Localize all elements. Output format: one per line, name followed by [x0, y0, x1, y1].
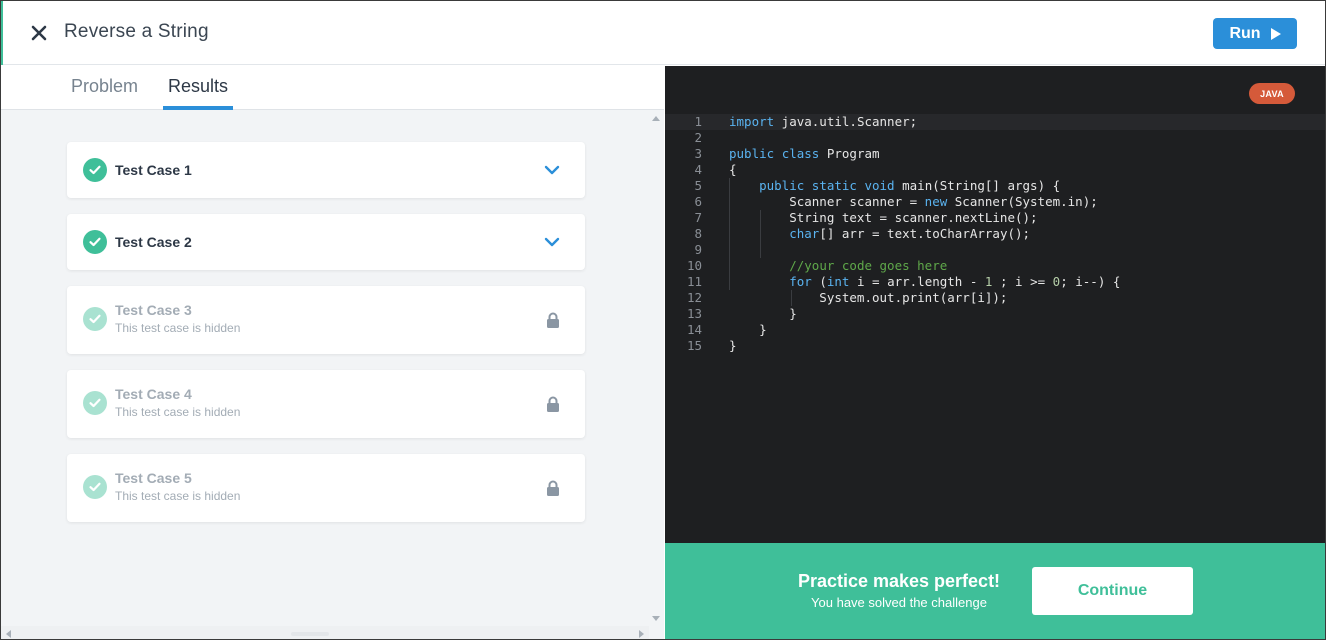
test-case-label: Test Case 1: [115, 162, 192, 178]
results-scroll-area: Test Case 1 Test Case 2 Test Case 3 This…: [1, 111, 664, 639]
lock-icon: [547, 312, 559, 328]
hidden-note: This test case is hidden: [115, 489, 241, 503]
continue-button[interactable]: Continue: [1032, 567, 1193, 615]
indent-guide: [729, 178, 730, 290]
left-panel: Problem Results Test Case 1 Test Case 2: [1, 66, 664, 639]
line-number: 12: [686, 290, 702, 305]
line-number: 2: [694, 130, 702, 145]
hidden-note: This test case is hidden: [115, 405, 241, 419]
code-editor[interactable]: JAVA 1 import java.util.Scanner; 2 3 public …: [665, 66, 1325, 543]
code-line[interactable]: 5 public static void main(String[] args)…: [665, 178, 1325, 194]
chevron-down-icon[interactable]: [544, 165, 560, 175]
check-circle-icon: [83, 230, 107, 254]
check-circle-icon: [83, 158, 107, 182]
code-text[interactable]: Scanner scanner = new Scanner(System.in)…: [729, 194, 1098, 210]
app-window: Reverse a String Run Problem Results Tes…: [0, 0, 1326, 640]
code-text[interactable]: public static void main(String[] args) {: [729, 178, 1060, 194]
run-button[interactable]: Run: [1213, 18, 1297, 49]
line-number: 5: [694, 178, 702, 193]
code-text[interactable]: }: [729, 338, 737, 354]
test-case-label: Test Case 3: [115, 302, 192, 318]
code-text[interactable]: }: [729, 306, 797, 322]
code-line[interactable]: 6 Scanner scanner = new Scanner(System.i…: [665, 194, 1325, 210]
tab-bar: Problem Results: [1, 66, 664, 110]
test-case-label: Test Case 2: [115, 234, 192, 250]
horizontal-scrollbar[interactable]: [1, 626, 649, 639]
line-number: 10: [686, 258, 702, 273]
line-number: 1: [694, 114, 702, 129]
close-icon[interactable]: [27, 21, 51, 45]
test-case-3[interactable]: Test Case 3 This test case is hidden: [67, 286, 585, 354]
code-text[interactable]: String text = scanner.nextLine();: [729, 210, 1037, 226]
line-number: 15: [686, 338, 702, 353]
code-line[interactable]: 10 //your code goes here: [665, 258, 1325, 274]
code-line[interactable]: 11 for (int i = arr.length - 1 ; i >= 0;…: [665, 274, 1325, 290]
tab-results[interactable]: Results: [163, 76, 233, 110]
scrollbar-thumb[interactable]: [291, 632, 329, 636]
line-number: 13: [686, 306, 702, 321]
indent-guide: [791, 290, 792, 306]
test-case-5[interactable]: Test Case 5 This test case is hidden: [67, 454, 585, 522]
test-case-1[interactable]: Test Case 1: [67, 142, 585, 198]
hidden-note: This test case is hidden: [115, 321, 241, 335]
lock-icon: [547, 396, 559, 412]
code-line[interactable]: 3 public class Program: [665, 146, 1325, 162]
chevron-down-icon[interactable]: [544, 237, 560, 247]
code-text[interactable]: char[] arr = text.toCharArray();: [729, 226, 1030, 242]
indent-guide: [760, 210, 761, 258]
check-circle-icon: [83, 475, 107, 499]
code-text[interactable]: import java.util.Scanner;: [729, 114, 917, 130]
code-area[interactable]: 1 import java.util.Scanner; 2 3 public class…: [665, 114, 1325, 354]
code-line[interactable]: 2: [665, 130, 1325, 146]
code-line[interactable]: 14 }: [665, 322, 1325, 338]
tab-problem[interactable]: Problem: [71, 76, 138, 110]
vertical-scrollbar[interactable]: [649, 111, 664, 626]
line-number: 6: [694, 194, 702, 209]
header-accent-strip: [1, 1, 3, 65]
line-number: 14: [686, 322, 702, 337]
test-case-4[interactable]: Test Case 4 This test case is hidden: [67, 370, 585, 438]
success-banner: Practice makes perfect! You have solved …: [665, 543, 1325, 639]
check-circle-icon: [83, 307, 107, 331]
lock-icon: [547, 480, 559, 496]
line-number: 3: [694, 146, 702, 161]
code-text[interactable]: public class Program: [729, 146, 880, 162]
test-case-label: Test Case 5: [115, 470, 192, 486]
check-circle-icon: [83, 391, 107, 415]
code-line[interactable]: 1 import java.util.Scanner;: [665, 114, 1325, 130]
code-text[interactable]: {: [729, 162, 737, 178]
code-line[interactable]: 13 }: [665, 306, 1325, 322]
code-line[interactable]: 15}: [665, 338, 1325, 354]
line-number: 4: [694, 162, 702, 177]
code-line[interactable]: 9: [665, 242, 1325, 258]
code-text[interactable]: for (int i = arr.length - 1 ; i >= 0; i-…: [729, 274, 1120, 290]
scroll-down-icon[interactable]: [652, 616, 660, 621]
code-text[interactable]: System.out.print(arr[i]);: [729, 290, 1007, 306]
scroll-up-icon[interactable]: [652, 116, 660, 121]
code-text[interactable]: }: [729, 322, 767, 338]
line-number: 9: [694, 242, 702, 257]
test-case-label: Test Case 4: [115, 386, 192, 402]
code-line[interactable]: 12 System.out.print(arr[i]);: [665, 290, 1325, 306]
test-case-2[interactable]: Test Case 2: [67, 214, 585, 270]
run-button-label: Run: [1229, 24, 1261, 42]
line-number: 7: [694, 210, 702, 225]
code-text[interactable]: //your code goes here: [729, 258, 947, 274]
code-line[interactable]: 8 char[] arr = text.toCharArray();: [665, 226, 1325, 242]
scroll-right-icon[interactable]: [639, 630, 644, 638]
line-number: 8: [694, 226, 702, 241]
code-line[interactable]: 4{: [665, 162, 1325, 178]
scroll-left-icon[interactable]: [6, 630, 11, 638]
line-number: 11: [686, 274, 702, 289]
header-bar: Reverse a String Run: [1, 1, 1325, 65]
language-badge[interactable]: JAVA: [1249, 83, 1295, 104]
code-line[interactable]: 7 String text = scanner.nextLine();: [665, 210, 1325, 226]
play-icon: [1270, 27, 1281, 40]
page-title: Reverse a String: [64, 21, 209, 42]
